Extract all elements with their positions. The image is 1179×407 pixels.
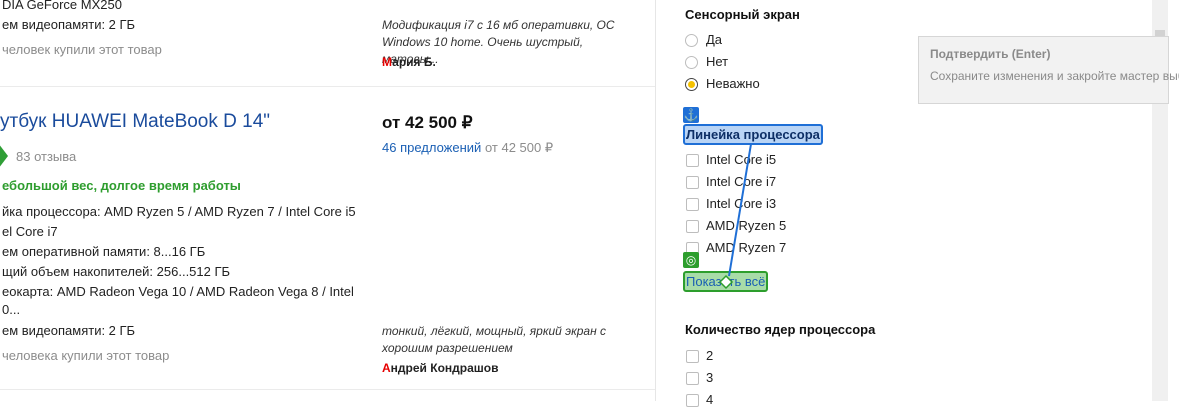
checkbox-cores-3[interactable] <box>686 372 699 385</box>
filter-heading-cores: Количество ядер процессора <box>685 322 876 337</box>
checkbox-label[interactable]: 2 <box>706 348 713 363</box>
confirm-tooltip: Подтвердить (Enter) Сохраните изменения … <box>918 36 1179 104</box>
tooltip-text: Сохраните изменения и закройте мастер вы… <box>930 69 1179 83</box>
tooltip-title: Подтвердить (Enter) <box>930 47 1051 61</box>
move-handle-icon <box>718 274 734 290</box>
checkbox-cores-2[interactable] <box>686 350 699 363</box>
checkbox-label[interactable]: 4 <box>706 392 713 407</box>
checkbox-label[interactable]: 3 <box>706 370 713 385</box>
